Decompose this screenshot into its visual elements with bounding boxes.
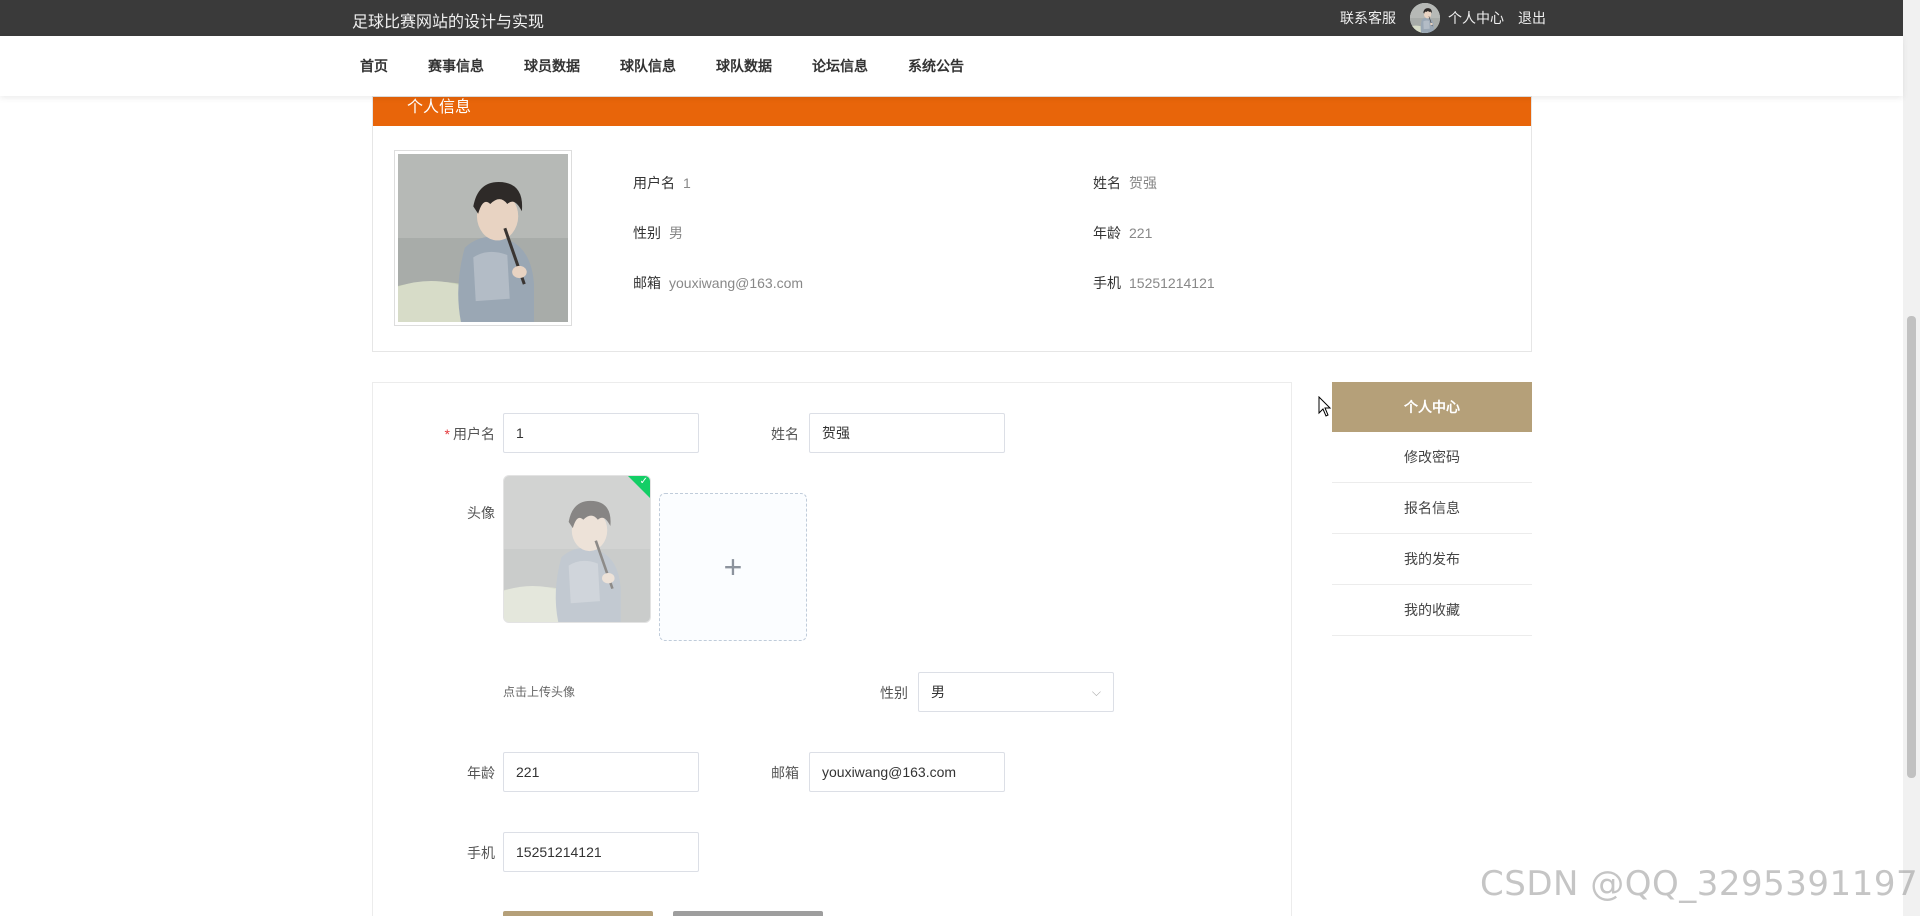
name-input[interactable] (809, 413, 1005, 453)
top-bar: 足球比赛网站的设计与实现 联系客服 个人中心 退出 (0, 0, 1903, 36)
avatar-icon (1410, 3, 1440, 33)
uploaded-avatar-preview[interactable]: ✓ (503, 475, 651, 623)
sidebar-item-registrations[interactable]: 报名信息 (1332, 483, 1532, 534)
username-input[interactable] (503, 413, 699, 453)
gender-selected-value: 男 (931, 684, 945, 700)
avatar-upload-button[interactable]: + (659, 493, 807, 641)
gender-label: 性别 (880, 685, 908, 701)
user-center-menu: 个人中心 修改密码 报名信息 我的发布 我的收藏 (1332, 382, 1532, 636)
site-title: 足球比赛网站的设计与实现 (352, 14, 545, 31)
nav-item-announcements[interactable]: 系统公告 (888, 56, 984, 76)
info-name: 姓名 贺强 (1093, 175, 1157, 191)
avatar-label: 头像 (467, 505, 495, 521)
sidebar-item-my-favorites[interactable]: 我的收藏 (1332, 585, 1532, 636)
email-input[interactable] (809, 752, 1005, 792)
nav-item-team-data[interactable]: 球队数据 (696, 56, 792, 76)
gender-select[interactable]: 男 ⌵ (918, 672, 1114, 712)
submit-button[interactable] (503, 911, 653, 916)
info-username: 用户名 1 (633, 175, 691, 191)
nav-item-forum[interactable]: 论坛信息 (792, 56, 888, 76)
nav-item-team-info[interactable]: 球队信息 (600, 56, 696, 76)
check-mark-glyph: ✓ (639, 476, 648, 487)
user-center-label: 个人中心 (1448, 10, 1504, 26)
page-scrollbar[interactable] (1903, 0, 1920, 916)
info-phone: 手机 15251214121 (1093, 275, 1215, 291)
top-bar-actions: 联系客服 个人中心 退出 (1340, 0, 1546, 36)
phone-input[interactable] (503, 832, 699, 872)
personal-info-card: 个人信息 用户名 1 姓名 贺强 性别男 年龄 221 邮箱 youxiwang@163… (372, 96, 1532, 352)
nav-item-matches[interactable]: 赛事信息 (408, 56, 504, 76)
age-input[interactable] (503, 752, 699, 792)
nav-item-home[interactable]: 首页 (340, 56, 408, 76)
cursor-icon (1318, 395, 1332, 423)
info-email: 邮箱 youxiwang@163.com (633, 275, 804, 291)
personal-info-title: 个人信息 (373, 97, 1531, 126)
email-label: 邮箱 (771, 765, 799, 781)
user-center-link[interactable]: 个人中心 (1410, 3, 1504, 33)
username-label: * 用户名 (444, 426, 495, 442)
age-label: 年龄 (467, 765, 495, 781)
scrollbar-thumb[interactable] (1907, 316, 1916, 778)
chevron-down-icon: ⌵ (1091, 684, 1101, 699)
sidebar-item-my-posts[interactable]: 我的发布 (1332, 534, 1532, 585)
name-label: 姓名 (771, 426, 799, 442)
logout-link[interactable]: 退出 (1518, 8, 1546, 28)
contact-link[interactable]: 联系客服 (1340, 8, 1396, 28)
info-age: 年龄 221 (1093, 225, 1153, 241)
upload-tip: 点击上传头像 (503, 685, 576, 699)
main-nav: 首页 赛事信息 球员数据 球队信息 球队数据 论坛信息 系统公告 (0, 36, 1903, 96)
nav-item-player-data[interactable]: 球员数据 (504, 56, 600, 76)
profile-edit-form: *用户名 姓名 头像 ✓ + 点击上传头像 性别 男 ⌵ 年龄 邮箱 手机 (372, 382, 1292, 916)
info-gender: 性别男 (633, 225, 683, 241)
sidebar-item-change-password[interactable]: 修改密码 (1332, 432, 1532, 483)
plus-icon: + (723, 548, 743, 585)
sidebar-item-user-center[interactable]: 个人中心 (1332, 382, 1532, 432)
phone-label: 手机 (467, 845, 495, 861)
watermark: CSDN @QQ_3295391197 (1480, 864, 1919, 904)
logout-button[interactable] (673, 911, 823, 916)
profile-avatar (394, 150, 572, 326)
